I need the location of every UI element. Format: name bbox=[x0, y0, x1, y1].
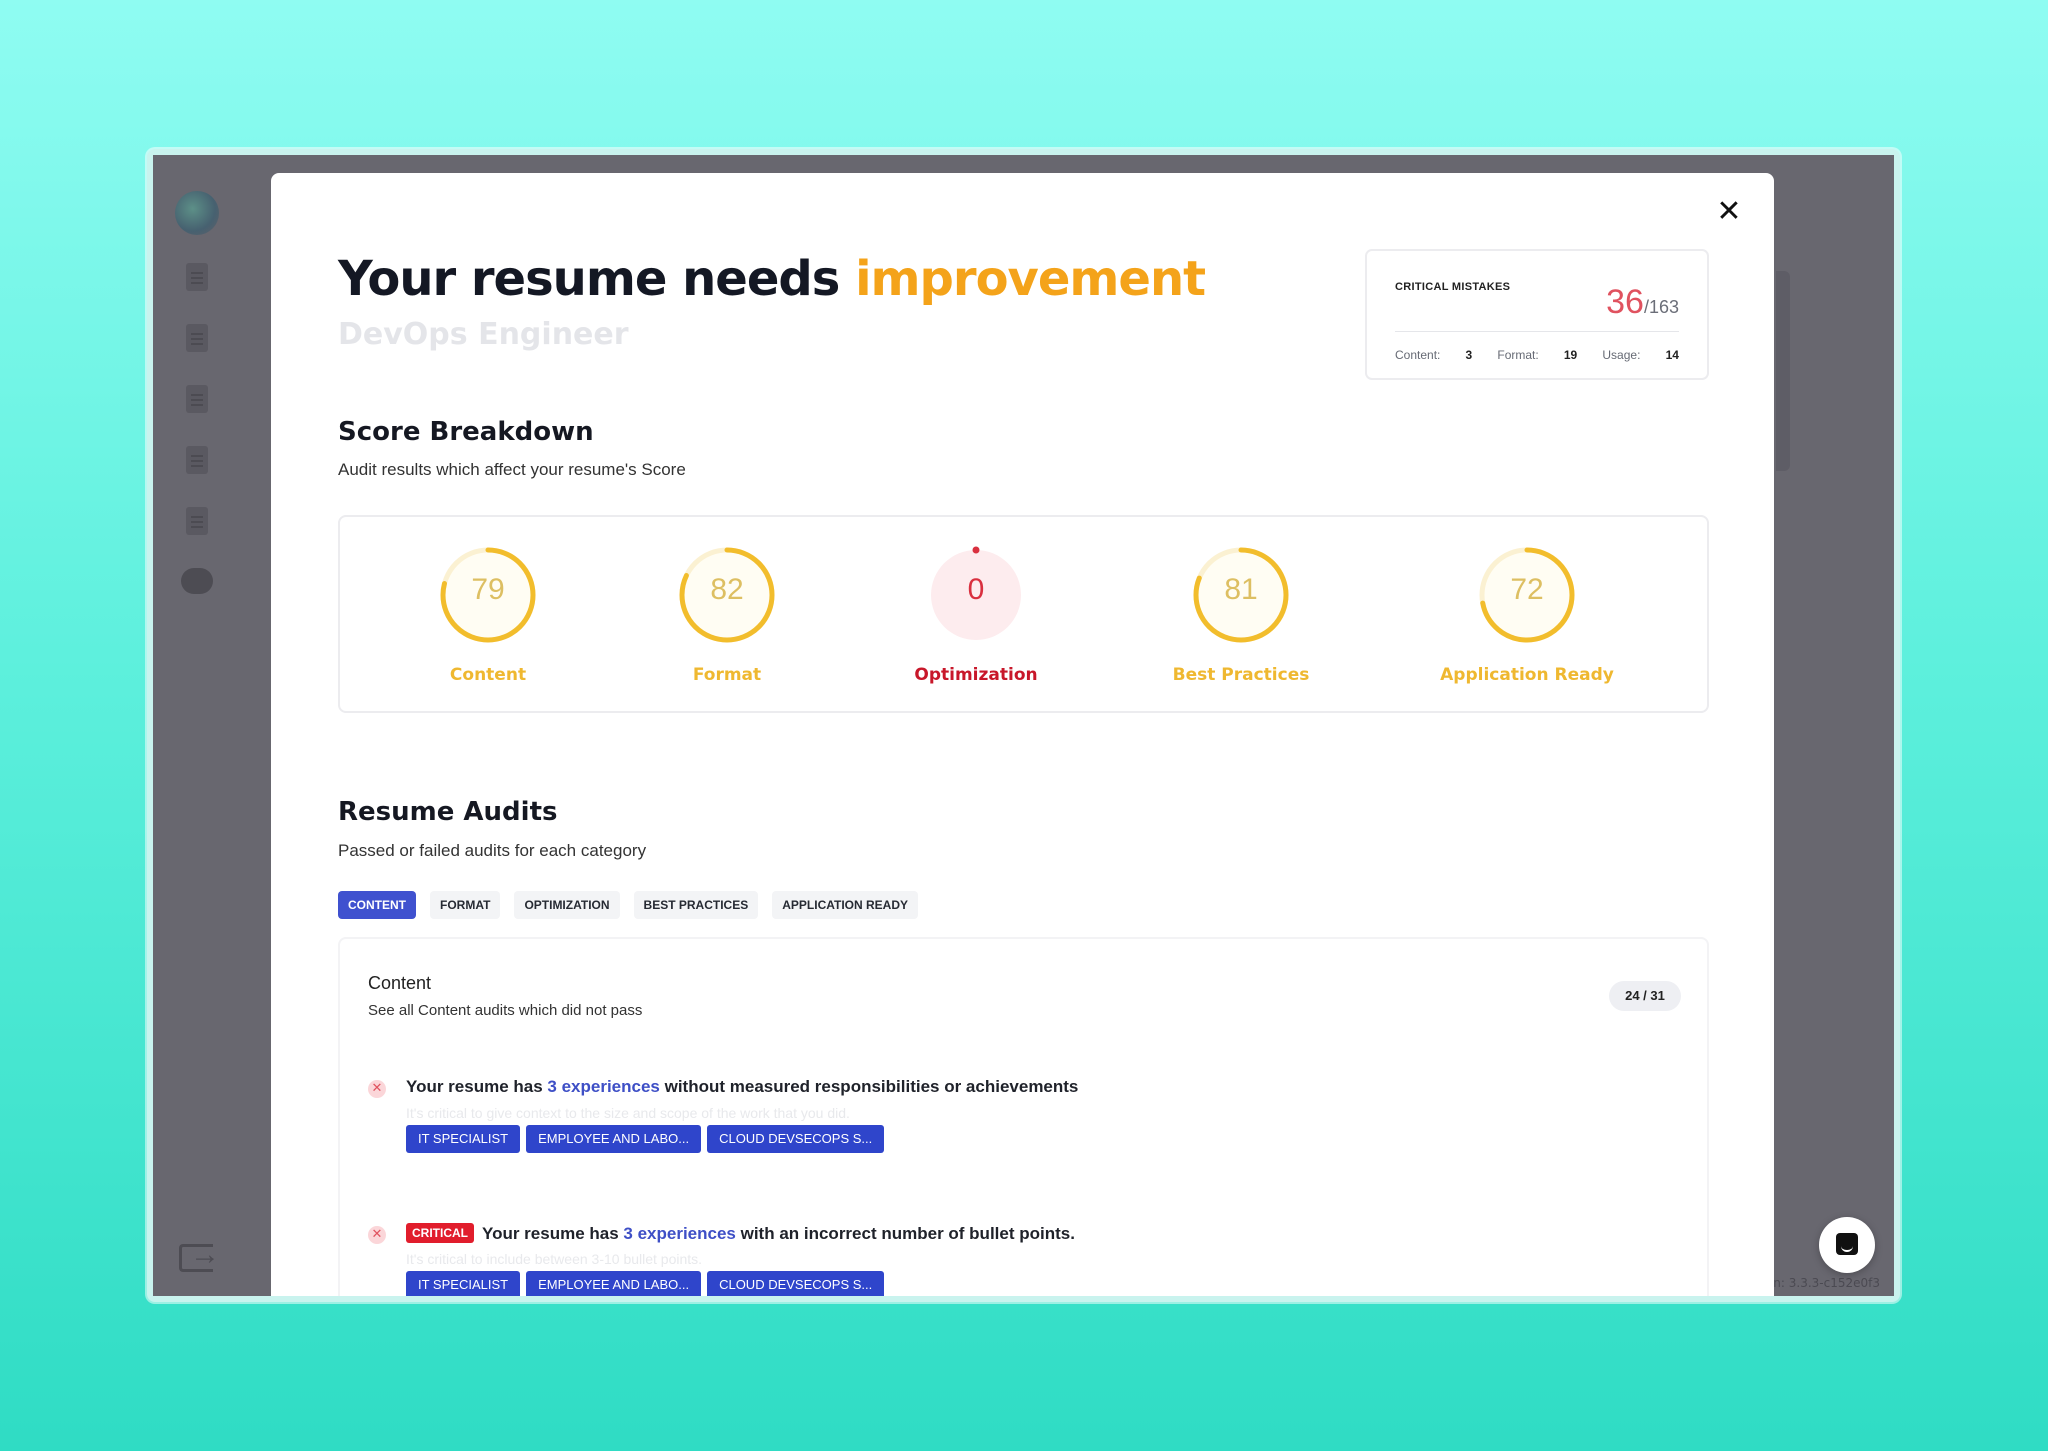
critical-count-value: 36 bbox=[1606, 283, 1644, 321]
close-button[interactable]: ✕ bbox=[1714, 197, 1744, 227]
score-breakdown-title: Score Breakdown bbox=[338, 417, 594, 447]
resume-icon[interactable] bbox=[186, 385, 208, 413]
critical-mistakes-card: CRITICAL MISTAKES 36/163 Content: 3 Form… bbox=[1365, 249, 1709, 380]
fail-icon: ✕ bbox=[368, 1080, 386, 1098]
audit-text-after: with an incorrect number of bullet point… bbox=[735, 1224, 1075, 1243]
page-title: Your resume needs improvement bbox=[338, 251, 1206, 307]
fail-icon: ✕ bbox=[368, 1226, 386, 1244]
resume-audits-title: Resume Audits bbox=[338, 797, 558, 827]
title-prefix: Your resume needs bbox=[338, 251, 856, 307]
experiences-link[interactable]: 3 experiences bbox=[623, 1224, 735, 1243]
chat-icon[interactable] bbox=[181, 568, 213, 594]
gauge-label: Best Practices bbox=[1172, 665, 1310, 685]
stat-usage-value: 14 bbox=[1665, 348, 1679, 362]
gauge-value: 79 bbox=[471, 573, 505, 606]
score-gauge-application-ready: 72 Application Ready bbox=[1397, 545, 1657, 685]
experience-chip[interactable]: CLOUD DEVSECOPS S... bbox=[707, 1125, 885, 1153]
score-modal: ✕ Your resume needs improvement DevOps E… bbox=[271, 173, 1774, 1296]
help-chat-button[interactable] bbox=[1819, 1217, 1875, 1273]
stat-content-label: Content: bbox=[1395, 348, 1441, 362]
experiences-link[interactable]: 3 experiences bbox=[547, 1077, 659, 1096]
gauge-value: 72 bbox=[1510, 573, 1544, 606]
stat-format-label: Format: bbox=[1497, 348, 1539, 362]
stat-content-value: 3 bbox=[1465, 348, 1473, 362]
audit-text: Your resume has 3 experiences without me… bbox=[406, 1077, 1078, 1097]
tab-content[interactable]: CONTENT bbox=[338, 891, 416, 919]
experience-chip[interactable]: IT SPECIALIST bbox=[406, 1125, 521, 1153]
experience-chips: IT SPECIALIST EMPLOYEE AND LABO... CLOUD… bbox=[406, 1271, 885, 1296]
audit-text-after: without measured responsibilities or ach… bbox=[659, 1077, 1079, 1096]
critical-stats: Content: 3 Format: 19 Usage: 14 bbox=[1395, 348, 1679, 362]
app-window: on: 3.3.3-c152e0f3 ✕ Your resume needs i… bbox=[147, 149, 1900, 1302]
resume-audits-desc: Passed or failed audits for each categor… bbox=[338, 841, 647, 860]
document-icon[interactable] bbox=[186, 324, 208, 352]
card-divider bbox=[1395, 331, 1679, 332]
critical-count: 36/163 bbox=[1606, 283, 1679, 322]
gauge-value: 0 bbox=[967, 573, 985, 606]
gauge-value: 81 bbox=[1224, 573, 1258, 606]
version-label: on: 3.3.3-c152e0f3 bbox=[1765, 1276, 1880, 1290]
video-document-icon[interactable] bbox=[186, 446, 208, 474]
score-breakdown-desc: Audit results which affect your resume's… bbox=[338, 460, 686, 479]
score-card: 79 Content 82 Format 0 Optimization 81 Best Pra… bbox=[338, 515, 1709, 713]
score-gauge-optimization: 0 Optimization bbox=[846, 545, 1106, 685]
critical-badge: CRITICAL bbox=[406, 1223, 474, 1243]
audit-text: CRITICAL Your resume has 3 experiences wi… bbox=[406, 1223, 1075, 1244]
audit-text-before: Your resume has bbox=[406, 1077, 548, 1096]
audit-category-desc: See all Content audits which did not pas… bbox=[368, 1002, 643, 1019]
score-gauge-content: 79 Content bbox=[358, 545, 618, 685]
score-gauge-format: 82 Format bbox=[597, 545, 857, 685]
audit-tabs: CONTENT FORMAT OPTIMIZATION BEST PRACTIC… bbox=[338, 891, 919, 919]
app-screen: on: 3.3.3-c152e0f3 ✕ Your resume needs i… bbox=[153, 155, 1894, 1296]
gauge-label: Content bbox=[449, 665, 527, 685]
background-panel bbox=[1776, 271, 1790, 471]
tab-application-ready[interactable]: APPLICATION READY bbox=[772, 891, 919, 919]
list-document-icon[interactable] bbox=[186, 507, 208, 535]
audit-hint: It's critical to include between 3-10 bu… bbox=[406, 1251, 703, 1267]
experience-chip[interactable]: CLOUD DEVSECOPS S... bbox=[707, 1271, 885, 1296]
tab-optimization[interactable]: OPTIMIZATION bbox=[514, 891, 620, 919]
job-title: DevOps Engineer bbox=[338, 317, 629, 352]
audit-progress-badge: 24 / 31 bbox=[1609, 981, 1681, 1011]
score-gauge-best-practices: 81 Best Practices bbox=[1111, 545, 1371, 685]
tab-best-practices[interactable]: BEST PRACTICES bbox=[633, 891, 759, 919]
audit-hint: It's critical to give context to the siz… bbox=[406, 1105, 850, 1121]
experience-chip[interactable]: EMPLOYEE AND LABO... bbox=[526, 1125, 702, 1153]
gauge-arc bbox=[972, 546, 980, 554]
gauge-label: Application Ready bbox=[1440, 665, 1614, 685]
experience-chip[interactable]: IT SPECIALIST bbox=[406, 1271, 521, 1296]
stat-format-value: 19 bbox=[1563, 348, 1578, 362]
sidebar bbox=[175, 191, 221, 594]
logout-icon[interactable] bbox=[179, 1238, 220, 1272]
gauge-label: Format bbox=[692, 665, 762, 685]
gauge-value: 82 bbox=[710, 573, 744, 606]
experience-chips: IT SPECIALIST EMPLOYEE AND LABO... CLOUD… bbox=[406, 1125, 885, 1153]
critical-label: CRITICAL MISTAKES bbox=[1395, 281, 1511, 293]
experience-chip[interactable]: EMPLOYEE AND LABO... bbox=[526, 1271, 702, 1296]
tab-format[interactable]: FORMAT bbox=[430, 891, 501, 919]
critical-count-total: /163 bbox=[1643, 297, 1679, 317]
app-logo[interactable] bbox=[175, 191, 219, 235]
title-accent: improvement bbox=[855, 251, 1206, 307]
new-document-icon[interactable] bbox=[186, 263, 208, 291]
audit-text-before: Your resume has bbox=[482, 1224, 624, 1243]
audit-category-title: Content bbox=[368, 973, 432, 993]
stat-usage-label: Usage: bbox=[1602, 348, 1641, 362]
audit-panel: Content See all Content audits which did… bbox=[338, 937, 1709, 1296]
gauge-label: Optimization bbox=[914, 665, 1038, 685]
